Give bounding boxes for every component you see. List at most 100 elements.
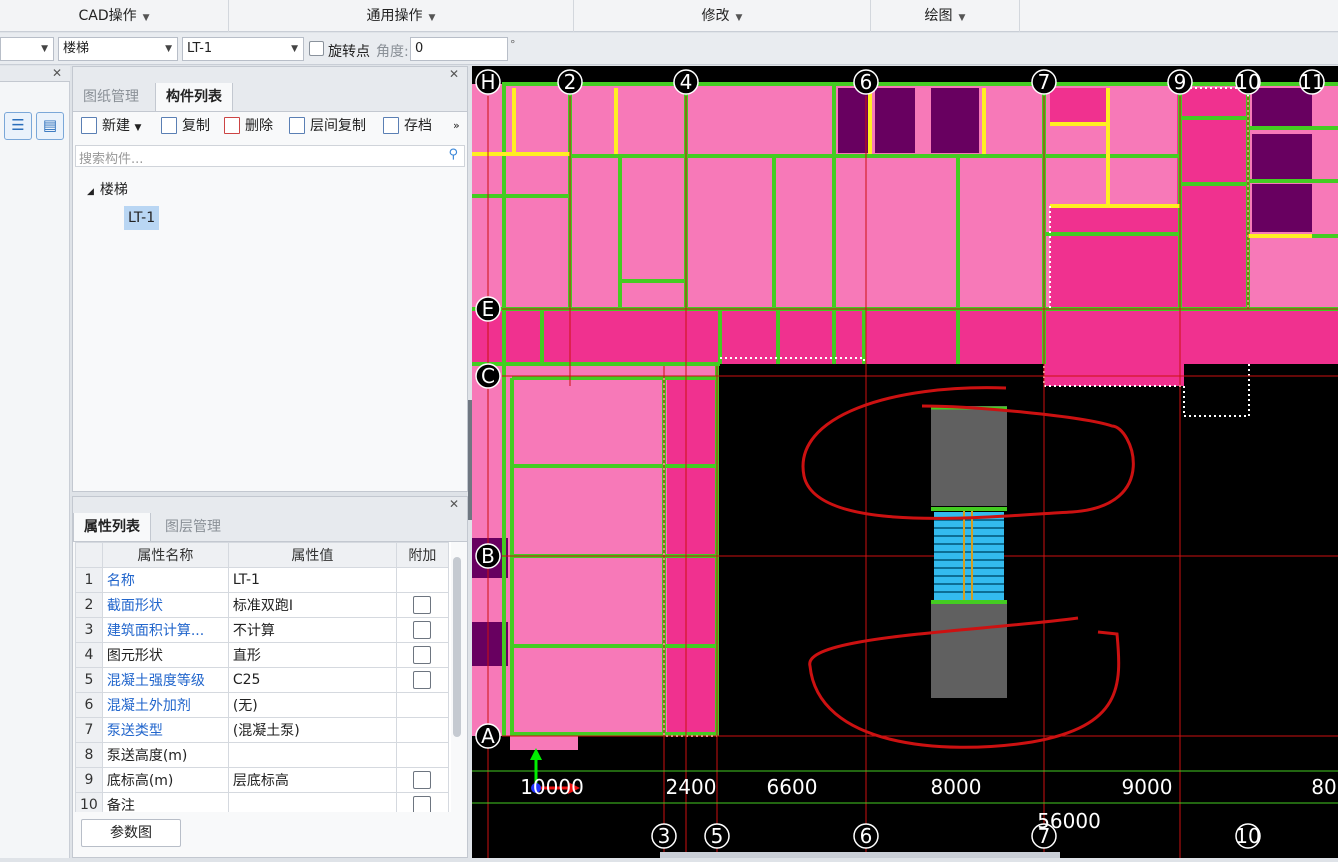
top-axis-label: 4 <box>680 70 693 94</box>
stair-flight <box>934 512 1004 600</box>
property-value[interactable]: 不计算 <box>227 617 397 643</box>
parameter-diagram-button[interactable]: 参数图 <box>81 819 181 847</box>
detail-view-icon[interactable]: ▤ <box>36 112 64 140</box>
archive-button[interactable]: 存档 <box>383 113 432 139</box>
close-icon[interactable]: ✕ <box>52 66 62 80</box>
row-number: 7 <box>75 717 103 743</box>
dark-slab <box>1252 134 1312 179</box>
tree-item-lt1[interactable]: LT-1 <box>124 206 160 230</box>
menu-bar: CAD操作 ▼ 通用操作 ▼ 修改 ▼ 绘图 ▼ <box>0 0 1338 32</box>
extra-checkbox[interactable] <box>413 621 432 639</box>
property-row[interactable]: 5 混凝土强度等级 C25 <box>75 667 449 693</box>
dimension-label: 2400 <box>666 775 717 799</box>
search-icon[interactable]: ⚲ <box>448 147 458 162</box>
property-extra <box>395 567 449 593</box>
menu-cad-ops[interactable]: CAD操作 ▼ <box>0 0 229 32</box>
stair-landing-top <box>931 406 1007 506</box>
component-name-select[interactable]: LT-1 ▼ <box>182 37 304 61</box>
menu-draw[interactable]: 绘图 ▼ <box>871 0 1020 32</box>
property-row[interactable]: 9 底标高(m) 层底标高 <box>75 767 449 793</box>
tab-component-list[interactable]: 构件列表 <box>155 83 233 111</box>
collapse-icon[interactable]: ◢ <box>87 187 94 197</box>
property-extra <box>395 667 449 693</box>
chevron-down-icon: ▼ <box>165 44 172 54</box>
column-header-extra: 附加 <box>395 542 449 568</box>
row-number: 1 <box>75 567 103 593</box>
extra-checkbox[interactable] <box>413 771 432 789</box>
property-name: 混凝土外加剂 <box>101 692 229 718</box>
property-row[interactable]: 6 混凝土外加剂 (无) <box>75 692 449 718</box>
property-tabs: 属性列表 图层管理 <box>73 513 467 542</box>
property-value[interactable]: 标准双跑I <box>227 592 397 618</box>
tree-group-stairs[interactable]: ◢ 楼梯 <box>87 179 128 199</box>
drawing-canvas[interactable]: H 2 4 6 7 9 10 11 ECBA 3 5 6 7 10 10000 2400 6600 8000… <box>472 66 1338 858</box>
top-axis-label: 10 <box>1235 70 1260 94</box>
extra-checkbox[interactable] <box>413 596 432 614</box>
list-view-icon[interactable]: ☰ <box>4 112 32 140</box>
tab-property-list[interactable]: 属性列表 <box>73 513 151 541</box>
property-row[interactable]: 8 泵送高度(m) <box>75 742 449 768</box>
property-row[interactable]: 3 建筑面积计算... 不计算 <box>75 617 449 643</box>
bottom-axis-label: 6 <box>860 824 873 848</box>
extra-checkbox[interactable] <box>413 646 432 664</box>
property-value[interactable]: C25 <box>227 667 397 693</box>
property-scrollbar[interactable] <box>453 557 461 737</box>
more-actions-icon[interactable]: » <box>453 113 460 139</box>
top-axis-label: 6 <box>860 70 873 94</box>
property-table: 属性名称 属性值 附加 1 名称 LT-1 2 截面形状 标准双跑I 3 建筑面积计算... 不… <box>75 542 451 812</box>
property-name: 名称 <box>101 567 229 593</box>
column-header-value: 属性值 <box>227 542 397 568</box>
floor-copy-button[interactable]: 层间复制 <box>289 113 366 139</box>
dimension-label: 56000 <box>1037 809 1101 833</box>
row-number: 5 <box>75 667 103 693</box>
navigation-strip: ✕ ☰ ▤ <box>0 66 70 858</box>
property-name: 图元形状 <box>101 642 229 668</box>
extra-checkbox[interactable] <box>413 796 432 812</box>
slab-block <box>1177 88 1247 308</box>
property-extra <box>395 742 449 768</box>
property-value[interactable]: 直形 <box>227 642 397 668</box>
menu-general-ops[interactable]: 通用操作 ▼ <box>229 0 574 32</box>
floor-select[interactable]: ▼ <box>0 37 54 61</box>
property-row[interactable]: 2 截面形状 标准双跑I <box>75 592 449 618</box>
property-value[interactable] <box>227 742 397 768</box>
component-search-input[interactable]: 搜索构件... ⚲ <box>75 145 465 167</box>
copy-button[interactable]: 复制 <box>161 113 210 139</box>
delete-button[interactable]: 删除 <box>224 113 273 139</box>
property-value[interactable] <box>227 792 397 812</box>
property-row[interactable]: 10 备注 <box>75 792 449 812</box>
property-extra <box>395 592 449 618</box>
property-value[interactable]: (混凝土泵) <box>227 717 397 743</box>
property-value[interactable]: (无) <box>227 692 397 718</box>
menu-modify[interactable]: 修改 ▼ <box>574 0 871 32</box>
rotate-point-checkbox[interactable] <box>309 41 324 56</box>
dark-slab <box>875 88 915 153</box>
dimension-label: 8000 <box>931 775 982 799</box>
component-list-panel: ✕ 图纸管理 构件列表 新建 ▼ 复制 删除 层间复制 存档 » 搜索构件...… <box>72 66 468 492</box>
property-extra <box>395 642 449 668</box>
empty-area <box>720 364 1338 784</box>
property-row[interactable]: 7 泵送类型 (混凝土泵) <box>75 717 449 743</box>
property-row[interactable]: 4 图元形状 直形 <box>75 642 449 668</box>
dark-slab <box>931 88 979 153</box>
row-number: 8 <box>75 742 103 768</box>
property-value[interactable]: 层底标高 <box>227 767 397 793</box>
new-button[interactable]: 新建 ▼ <box>81 113 141 139</box>
stair-element[interactable] <box>931 406 1007 698</box>
chevron-down-icon: ▼ <box>428 13 436 23</box>
left-axis-label: B <box>481 544 495 568</box>
floor-plan-drawing[interactable]: H 2 4 6 7 9 10 11 ECBA 3 5 6 7 10 10000 2400 6600 8000… <box>472 66 1338 858</box>
angle-input[interactable]: 0 <box>410 37 508 61</box>
extra-checkbox[interactable] <box>413 671 432 689</box>
left-axis-label: E <box>482 297 495 321</box>
close-icon[interactable]: ✕ <box>449 497 459 511</box>
component-type-select[interactable]: 楼梯 ▼ <box>58 37 178 61</box>
property-row[interactable]: 1 名称 LT-1 <box>75 567 449 593</box>
property-name: 截面形状 <box>101 592 229 618</box>
degree-symbol: ° <box>510 38 516 51</box>
tab-drawing-management[interactable]: 图纸管理 <box>73 83 149 111</box>
tab-layer-management[interactable]: 图层管理 <box>155 513 231 541</box>
close-icon[interactable]: ✕ <box>449 67 459 81</box>
dark-slab <box>1252 88 1312 128</box>
property-value[interactable]: LT-1 <box>227 567 397 593</box>
